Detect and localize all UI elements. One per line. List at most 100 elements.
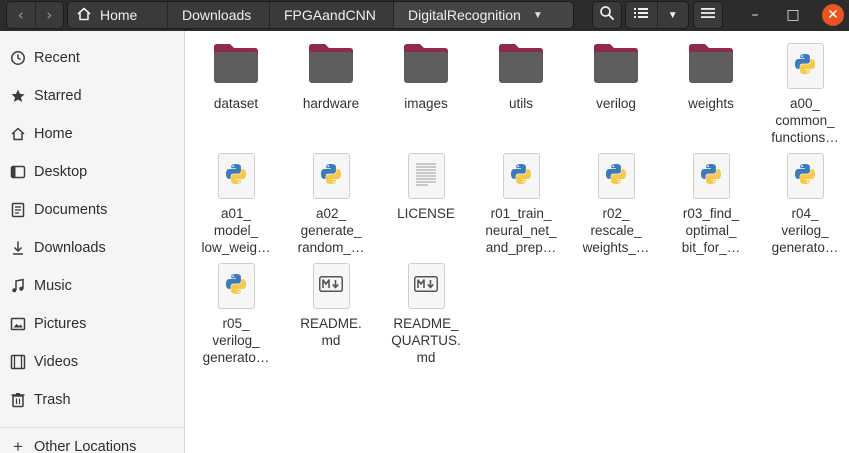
sidebar-item-videos[interactable]: Videos	[0, 343, 185, 381]
list-view-icon	[634, 6, 649, 24]
sidebar-item-trash[interactable]: Trash	[0, 381, 185, 419]
sidebar-item-starred[interactable]: Starred	[0, 77, 185, 115]
file-name: a00_ common_ functions…	[771, 96, 839, 145]
file-name: dataset	[213, 96, 259, 111]
python-icon	[700, 163, 722, 190]
file-item-text[interactable]: LICENSE	[379, 151, 473, 222]
breadcrumb-home[interactable]: Home	[68, 2, 167, 28]
sidebar-item-recent[interactable]: Recent	[0, 39, 185, 77]
folder-icon	[686, 41, 736, 90]
star-icon	[9, 88, 27, 104]
file-name: hardware	[302, 96, 360, 111]
sidebar-item-label: Home	[34, 126, 73, 142]
file-item-folder[interactable]: dataset	[189, 41, 283, 112]
file-item-python[interactable]: r04_ verilog_ generato…	[758, 151, 849, 256]
file-name: a02_ generate_ random_…	[297, 206, 365, 255]
search-button[interactable]	[592, 1, 622, 29]
file-name: r02_ rescale_ weights_…	[582, 206, 650, 255]
breadcrumb-fpgaandcnn[interactable]: FPGAandCNN	[269, 2, 393, 28]
close-icon: ✕	[827, 7, 839, 23]
folder-icon	[306, 41, 356, 90]
maximize-icon: □	[786, 7, 800, 23]
file-item-folder[interactable]: verilog	[569, 41, 663, 112]
sidebar-item-label: Documents	[34, 202, 108, 218]
file-name: README. md	[300, 316, 362, 348]
folder-icon	[591, 41, 641, 90]
sidebar-item-label: Pictures	[34, 316, 87, 332]
search-icon	[599, 5, 615, 26]
markdown-icon	[414, 275, 438, 297]
file-name: r01_train_ neural_net_ and_prep…	[485, 206, 557, 255]
file-name: weights	[688, 96, 734, 111]
sidebar-item-documents[interactable]: Documents	[0, 191, 185, 229]
file-item-folder[interactable]: utils	[474, 41, 568, 112]
hamburger-menu-icon	[701, 6, 715, 24]
forward-button[interactable]: ›	[34, 2, 64, 28]
plus-icon: +	[13, 437, 23, 453]
music-icon	[9, 278, 27, 294]
sidebar-item-downloads[interactable]: Downloads	[0, 229, 185, 267]
file-item-python[interactable]: a02_ generate_ random_…	[284, 151, 378, 256]
python-icon	[794, 163, 816, 190]
view-options-group: ▼	[625, 1, 689, 29]
file-name: verilog	[596, 96, 636, 111]
file-item-markdown[interactable]: README_ QUARTUS. md	[379, 261, 473, 366]
chevron-down-icon[interactable]: ▼	[533, 10, 543, 21]
file-manager-window: ‹ › Home Downloads FPGAandCNN DigitalRec…	[0, 0, 849, 453]
download-icon	[9, 240, 27, 256]
file-item-python[interactable]: r03_find_ optimal_ bit_for_…	[664, 151, 758, 256]
file-name: r05_ verilog_ generato…	[202, 316, 270, 365]
file-item-python[interactable]: r01_train_ neural_net_ and_prep…	[474, 151, 568, 256]
python-icon	[605, 163, 627, 190]
header-bar: ‹ › Home Downloads FPGAandCNN DigitalRec…	[0, 0, 849, 31]
minimize-icon: –	[751, 7, 759, 23]
chevron-left-icon: ‹	[17, 6, 24, 24]
sidebar-item-label: Starred	[34, 88, 82, 104]
home-icon	[9, 126, 27, 142]
file-item-python[interactable]: r05_ verilog_ generato…	[189, 261, 283, 366]
folder-icon	[211, 41, 261, 90]
file-grid: dataset hardware images utils verilog we…	[186, 31, 849, 453]
document-icon	[9, 202, 27, 218]
breadcrumb-label: Downloads	[182, 7, 252, 23]
folder-icon	[401, 41, 451, 90]
maximize-button[interactable]: □	[781, 3, 805, 27]
sidebar-item-pictures[interactable]: Pictures	[0, 305, 185, 343]
file-item-folder[interactable]: images	[379, 41, 473, 112]
python-icon	[225, 273, 247, 300]
breadcrumb-label: Home	[100, 7, 138, 23]
list-view-button[interactable]	[626, 2, 657, 28]
python-icon	[794, 53, 816, 80]
close-button[interactable]: ✕	[822, 4, 844, 26]
sidebar-item-other-locations[interactable]: + Other Locations	[0, 428, 185, 453]
desktop-icon	[9, 164, 27, 180]
minimize-button[interactable]: –	[743, 3, 767, 27]
file-item-markdown[interactable]: README. md	[284, 261, 378, 349]
sidebar-item-desktop[interactable]: Desktop	[0, 153, 185, 191]
file-item-folder[interactable]: hardware	[284, 41, 378, 112]
file-name: utils	[508, 96, 533, 111]
menu-button[interactable]	[693, 1, 723, 29]
sidebar-item-home[interactable]: Home	[0, 115, 185, 153]
back-button[interactable]: ‹	[7, 2, 35, 28]
file-item-python[interactable]: a01_ model_ low_weig…	[189, 151, 283, 256]
file-item-python[interactable]: a00_ common_ functions…	[758, 41, 849, 146]
home-icon	[76, 6, 92, 25]
sidebar-item-label: Downloads	[34, 240, 106, 256]
clock-icon	[9, 50, 27, 66]
view-options-dropdown[interactable]: ▼	[656, 2, 689, 28]
navigation-buttons: ‹ ›	[6, 1, 64, 29]
file-name: images	[404, 96, 448, 111]
breadcrumb-downloads[interactable]: Downloads	[167, 2, 269, 28]
sidebar-item-music[interactable]: Music	[0, 267, 185, 305]
trash-icon	[9, 392, 27, 408]
folder-icon	[496, 41, 546, 90]
breadcrumb-digitalrecognition[interactable]: DigitalRecognition ▼	[393, 2, 573, 28]
chevron-right-icon: ›	[46, 6, 53, 24]
text-file-icon	[414, 160, 438, 193]
markdown-icon	[319, 275, 343, 297]
sidebar-item-label: Desktop	[34, 164, 88, 180]
file-item-folder[interactable]: weights	[664, 41, 758, 112]
file-item-python[interactable]: r02_ rescale_ weights_…	[569, 151, 663, 256]
sidebar: Recent Starred Home Desktop Documents Do…	[0, 31, 185, 453]
